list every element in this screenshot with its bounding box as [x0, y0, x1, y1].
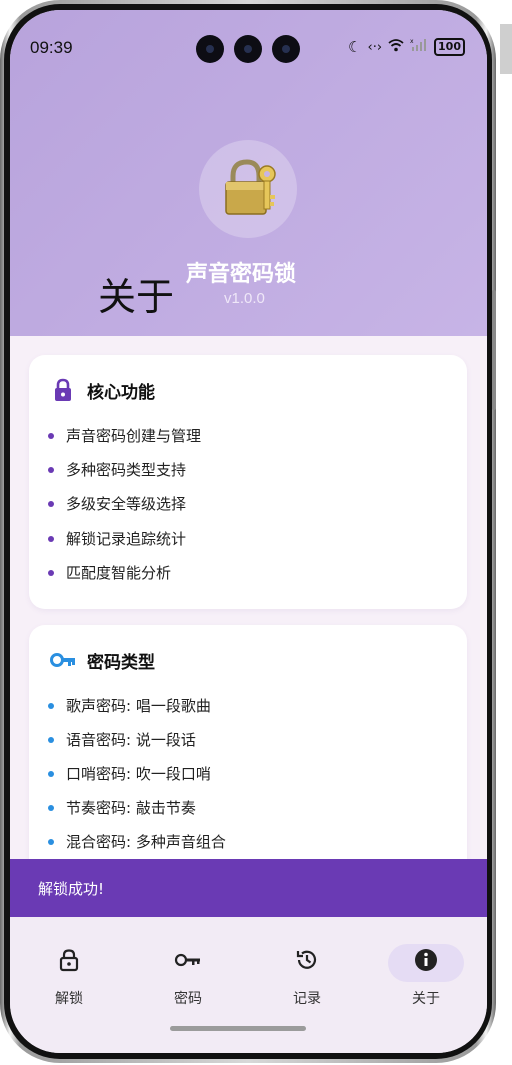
nav-label: 密码	[174, 991, 202, 1007]
bullet-dot	[48, 805, 54, 811]
history-icon	[296, 950, 317, 969]
bullet-dot	[48, 839, 54, 845]
camera-icon	[234, 35, 262, 63]
nav-item-history[interactable]: 记录	[262, 935, 352, 1007]
snackbar: 解锁成功!	[10, 859, 487, 917]
card-title: 密码类型	[87, 653, 155, 673]
app-name: 声音密码锁	[186, 262, 297, 287]
lock-icon	[59, 949, 79, 972]
status-bar: 09:39 ☾ ‹·› x 100	[10, 10, 487, 70]
moon-icon: ☾	[348, 38, 362, 56]
signal-icon: x	[410, 38, 428, 56]
info-icon	[415, 949, 437, 971]
app-screen: 09:39 ☾ ‹·› x 100 关于 声音密码锁 v1.0.0 核心功能 声…	[10, 10, 487, 1053]
logo-circle	[199, 140, 297, 238]
scroll-content[interactable]: 核心功能 声音密码创建与管理 多种密码类型支持 多级安全等级选择 解锁记录追踪统…	[10, 336, 487, 862]
home-indicator[interactable]	[170, 1026, 306, 1031]
password-types-card: 密码类型 歌声密码: 唱一段歌曲 语音密码: 说一段话 口哨密码: 吹一段口哨 …	[29, 625, 467, 862]
nav-item-password[interactable]: 密码	[143, 935, 233, 1007]
svg-text:x: x	[410, 38, 414, 45]
list-item: 多级安全等级选择	[66, 495, 187, 513]
padlock-key-icon	[225, 159, 276, 215]
bullet-dot	[48, 703, 54, 709]
bullet-dot	[48, 536, 54, 542]
nav-item-unlock[interactable]: 解锁	[24, 935, 114, 1007]
nav-label: 记录	[293, 991, 321, 1007]
lock-icon	[55, 378, 71, 401]
list-item: 解锁记录追踪统计	[66, 530, 187, 548]
list-item: 语音密码: 说一段话	[66, 731, 196, 749]
wifi-icon	[388, 38, 404, 56]
card-title: 核心功能	[87, 383, 155, 403]
status-time: 09:39	[30, 38, 73, 57]
bottom-nav: 解锁 密码 记录 关于	[10, 917, 487, 1053]
camera-icon	[272, 35, 300, 63]
nav-label: 解锁	[55, 991, 83, 1007]
status-icons: ☾ ‹·› x 100	[348, 38, 465, 56]
nav-label: 关于	[412, 991, 440, 1007]
bullet-dot	[48, 771, 54, 777]
battery-icon: 100	[434, 38, 465, 56]
list-item: 声音密码创建与管理	[66, 427, 202, 445]
list-item: 节奏密码: 敲击节奏	[66, 799, 196, 817]
side-button	[492, 290, 496, 410]
core-features-card: 核心功能 声音密码创建与管理 多种密码类型支持 多级安全等级选择 解锁记录追踪统…	[29, 355, 467, 609]
key-icon	[174, 953, 200, 967]
snackbar-message: 解锁成功!	[38, 880, 105, 898]
app-version: v1.0.0	[224, 290, 265, 307]
key-icon	[50, 653, 75, 667]
bullet-dot	[48, 433, 54, 439]
data-sync-icon: ‹·›	[367, 39, 383, 55]
page-title: 关于	[98, 275, 175, 319]
list-item: 歌声密码: 唱一段歌曲	[66, 697, 211, 715]
list-item: 混合密码: 多种声音组合	[66, 833, 226, 851]
nav-item-about[interactable]: 关于	[381, 935, 471, 1007]
header: 09:39 ☾ ‹·› x 100 关于 声音密码锁 v1.0.0	[10, 10, 487, 336]
bullet-dot	[48, 501, 54, 507]
bullet-dot	[48, 737, 54, 743]
background-window-edge	[500, 24, 512, 74]
camera-icon	[196, 35, 224, 63]
list-item: 多种密码类型支持	[66, 461, 187, 479]
bullet-dot	[48, 467, 54, 473]
list-item: 口哨密码: 吹一段口哨	[66, 765, 211, 783]
bullet-dot	[48, 570, 54, 576]
list-item: 匹配度智能分析	[66, 564, 172, 582]
